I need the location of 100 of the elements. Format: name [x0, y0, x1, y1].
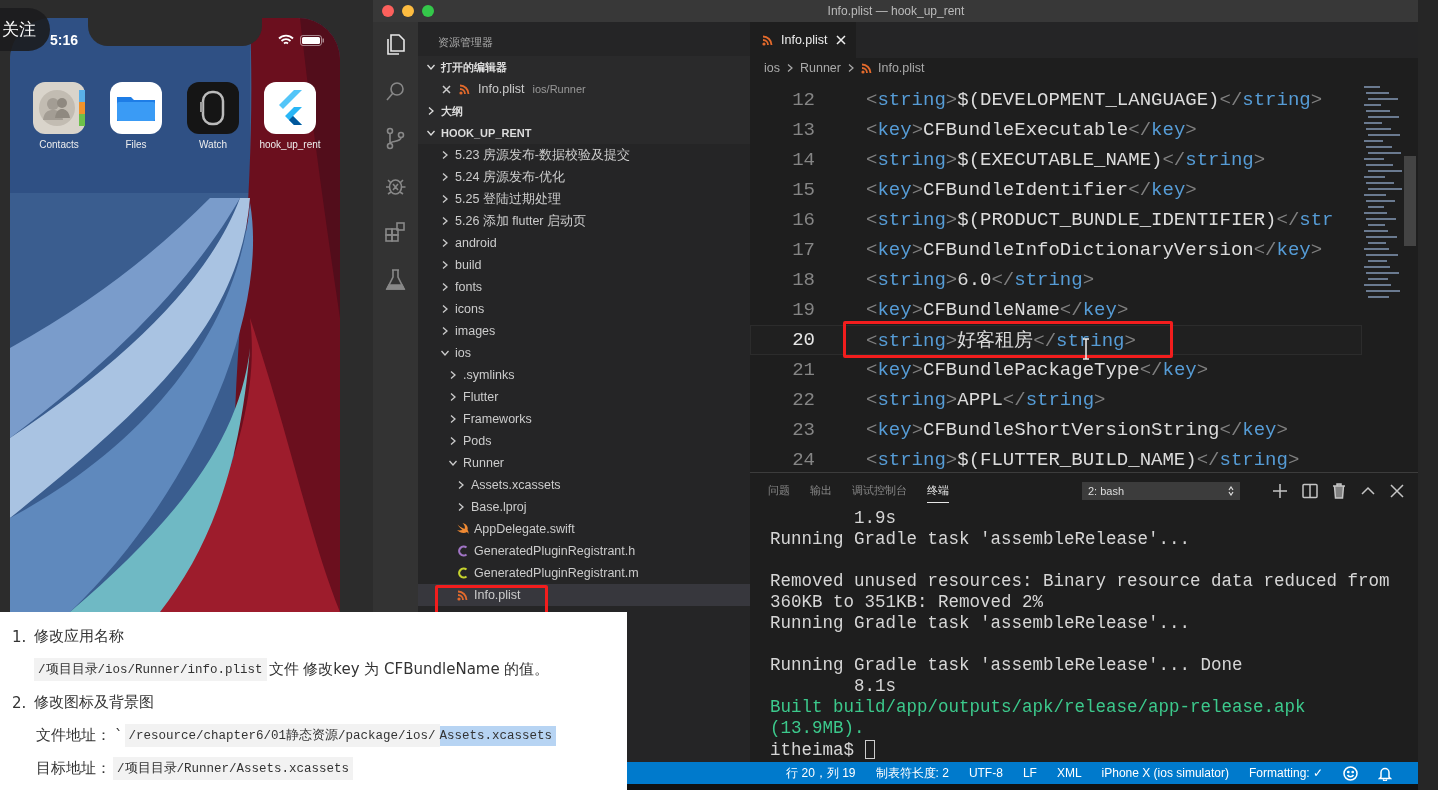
code-line: 18 <string>6.0</string> — [750, 265, 1362, 295]
tree-item[interactable]: Base.lproj — [418, 496, 750, 518]
terminal-select[interactable]: 2: bash — [1082, 481, 1240, 500]
close-icon — [442, 84, 451, 94]
panel-tab[interactable]: 调试控制台 — [852, 479, 907, 502]
status-item[interactable]: Formatting: ✓ — [1248, 766, 1323, 780]
tree-item[interactable]: ios — [418, 342, 750, 364]
panel-tab[interactable]: 问题 — [768, 479, 790, 502]
line-number: 13 — [791, 119, 816, 141]
tree-item[interactable]: fonts — [418, 276, 750, 298]
line-number: 14 — [791, 149, 816, 171]
tree-item[interactable]: Assets.xcassets — [418, 474, 750, 496]
tree-item[interactable]: 5.26 添加 flutter 启动页 — [418, 210, 750, 232]
editor-tab[interactable]: Info.plist — [750, 22, 856, 58]
tree-item[interactable]: 5.24 房源发布-优化 — [418, 166, 750, 188]
c-file-icon — [457, 545, 468, 557]
chevron-right-icon — [448, 392, 458, 402]
tree-item[interactable]: icons — [418, 298, 750, 320]
window-title: Info.plist — hook_up_rent — [827, 4, 966, 18]
scrollbar-thumb[interactable] — [1404, 156, 1416, 246]
chevron-right-icon — [448, 370, 458, 380]
line-number: 18 — [791, 269, 816, 291]
terminal-line: 360KB to 351KB: Removed 2% — [770, 592, 1045, 613]
line-number: 20 — [791, 329, 816, 351]
minimize-window-button[interactable] — [402, 5, 414, 17]
inline-code: /resource/chapter6/01静态资源/package/ios/ — [124, 724, 440, 747]
feed-file-icon — [861, 62, 872, 74]
panel-tab[interactable]: 输出 — [810, 479, 832, 502]
tree-item[interactable]: .symlinks — [418, 364, 750, 386]
code-line: 23 <key>CFBundleShortVersionString</key> — [750, 415, 1362, 445]
terminal-line: 1.9s — [853, 508, 898, 529]
code-line: 21 <key>CFBundlePackageType</key> — [750, 355, 1362, 385]
watch-app-icon[interactable] — [187, 82, 239, 134]
split-icon[interactable] — [1302, 482, 1318, 499]
tree-item[interactable]: AppDelegate.swift — [418, 518, 750, 540]
panel-tab[interactable]: 终端 — [927, 478, 949, 503]
zoom-window-button[interactable] — [422, 5, 434, 17]
note-text: ` — [114, 726, 124, 745]
section-header[interactable]: 大纲 — [418, 100, 750, 122]
inline-code: /项目目录/Runner/Assets.xcassets — [113, 757, 354, 780]
section-header[interactable]: HOOK_UP_RENT — [418, 122, 750, 144]
status-item[interactable]: XML — [1056, 766, 1082, 780]
bell-icon[interactable] — [1378, 765, 1392, 781]
app-label: Watch — [199, 139, 227, 150]
inline-code: Assets.xcassets — [439, 725, 557, 746]
updown-icon — [1228, 485, 1234, 496]
tree-item[interactable]: GeneratedPluginRegistrant.h — [418, 540, 750, 562]
step-title: 修改应用名称 — [34, 627, 125, 646]
feed-file-icon — [762, 34, 773, 46]
code-line: 19 <key>CFBundleName</key> — [750, 295, 1362, 325]
chevron-down-icon — [426, 128, 436, 138]
folder-app-icon[interactable] — [110, 82, 162, 134]
battery-icon — [300, 34, 324, 46]
follow-button[interactable]: 关注 — [0, 8, 50, 51]
contacts-app-icon[interactable] — [33, 82, 85, 134]
tree-item[interactable]: build — [418, 254, 750, 276]
note-text: 文件 修改key 为 CFBundleName 的值。 — [267, 660, 551, 679]
inline-code: /项目目录/ios/Runner/info.plist — [34, 658, 267, 681]
plus-icon[interactable] — [1272, 482, 1288, 499]
tree-item[interactable]: Pods — [418, 430, 750, 452]
tree-item[interactable]: Info.plist — [418, 584, 750, 606]
breadcrumb-item[interactable]: Runner — [800, 61, 841, 75]
list-number: 1. — [12, 627, 27, 646]
line-number: 19 — [791, 299, 816, 321]
chevron-right-icon — [426, 106, 436, 116]
extensions-icon[interactable] — [383, 220, 408, 245]
tree-item[interactable]: android — [418, 232, 750, 254]
line-number: 22 — [791, 389, 816, 411]
tree-item[interactable]: GeneratedPluginRegistrant.m — [418, 562, 750, 584]
trash-icon[interactable] — [1332, 482, 1346, 499]
breadcrumb-item[interactable]: ios — [764, 61, 780, 75]
tree-item[interactable]: 5.25 登陆过期处理 — [418, 188, 750, 210]
status-item[interactable]: UTF-8 — [968, 766, 1003, 780]
chevron-right-icon — [440, 194, 450, 204]
smiley-icon[interactable] — [1343, 765, 1358, 781]
flask-icon[interactable] — [383, 267, 408, 292]
status-item[interactable]: 行 20，列 19 — [786, 764, 856, 782]
line-number: 12 — [791, 89, 816, 111]
chevron-right-icon — [456, 480, 466, 490]
status-item[interactable]: 制表符长度: 2 — [875, 764, 949, 782]
status-item[interactable]: iPhone X (ios simulator) — [1101, 766, 1229, 780]
code-line: 14 <string>$(EXECUTABLE_NAME)</string> — [750, 145, 1362, 175]
code-line: 22 <string>APPL</string> — [750, 385, 1362, 415]
terminal-line: Built build/app/outputs/apk/release/app-release.apk — [770, 697, 1307, 718]
section-header[interactable]: 打开的编辑器 — [418, 56, 750, 78]
close-window-button[interactable] — [382, 5, 394, 17]
breadcrumb-item[interactable]: Info.plist — [878, 61, 925, 75]
tree-item[interactable]: Runner — [418, 452, 750, 474]
chevron-right-icon — [448, 414, 458, 424]
flutter-app-icon[interactable] — [264, 82, 316, 134]
terminal-line: Running Gradle task 'assembleRelease'... Done — [770, 655, 1244, 676]
tree-item[interactable]: images — [418, 320, 750, 342]
code-line: 13 <key>CFBundleExecutable</key> — [750, 115, 1362, 145]
chevron-down-icon — [448, 458, 458, 468]
tree-item[interactable]: Frameworks — [418, 408, 750, 430]
close-icon[interactable] — [1390, 483, 1404, 498]
tree-item[interactable]: 5.23 房源发布-数据校验及提交 — [418, 144, 750, 166]
status-item[interactable]: LF — [1022, 766, 1037, 780]
open-editor-item[interactable]: Info.plist ios/Runner — [418, 78, 750, 100]
tree-item[interactable]: Flutter — [418, 386, 750, 408]
